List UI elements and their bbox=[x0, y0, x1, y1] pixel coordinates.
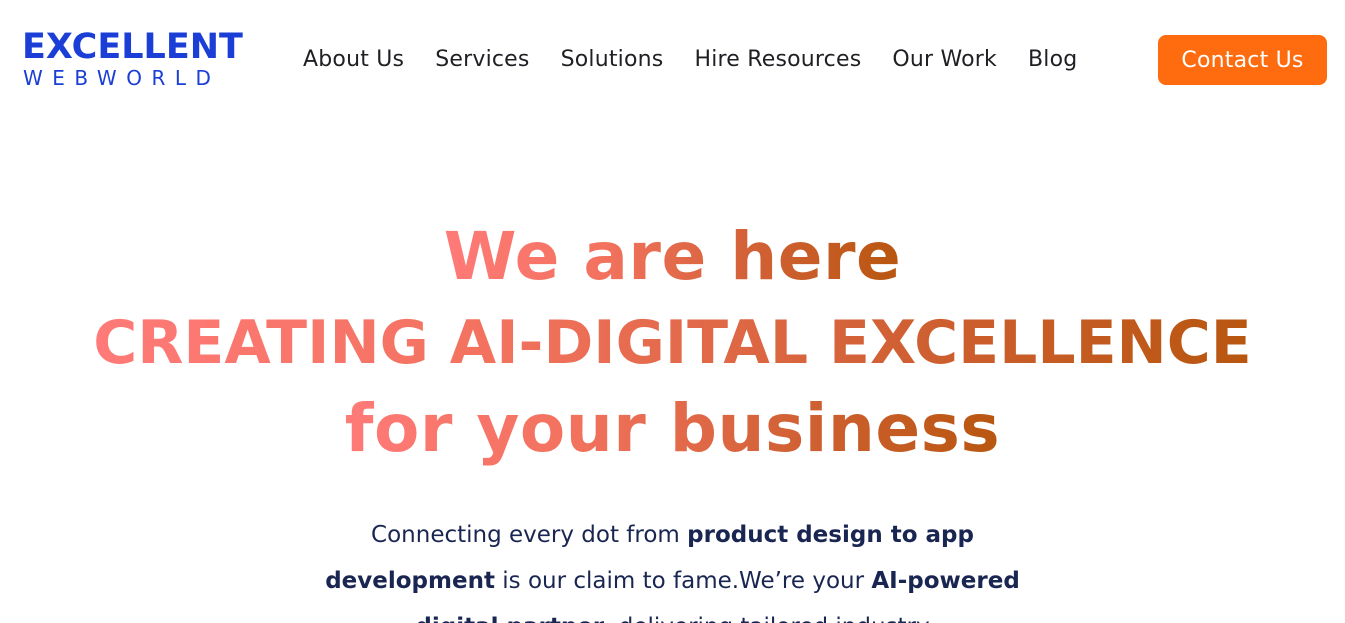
contact-us-button[interactable]: Contact Us bbox=[1158, 35, 1327, 85]
hero-heading-line-2: CREATING AI-DIGITAL EXCELLENCE bbox=[93, 300, 1252, 386]
hero-intro-text: Connecting every dot from product design… bbox=[320, 512, 1025, 623]
site-header: EXCELLENT WEBWORLD About Us Services Sol… bbox=[0, 0, 1345, 120]
hero-heading: We are here CREATING AI-DIGITAL EXCELLEN… bbox=[0, 214, 1345, 472]
brand-logo[interactable]: EXCELLENT WEBWORLD bbox=[22, 28, 262, 94]
logo-wordmark-top: EXCELLENT bbox=[22, 27, 243, 67]
intro-text-part-1: Connecting every dot from bbox=[371, 522, 688, 548]
page: EXCELLENT WEBWORLD About Us Services Sol… bbox=[0, 0, 1345, 623]
main-nav: About Us Services Solutions Hire Resourc… bbox=[303, 40, 1077, 78]
hero-section: We are here CREATING AI-DIGITAL EXCELLEN… bbox=[0, 214, 1345, 472]
hero-heading-line-3: for your business bbox=[345, 386, 1000, 472]
nav-item-hire-resources[interactable]: Hire Resources bbox=[694, 47, 861, 72]
intro-text-part-2: is our claim to fame.We’re your bbox=[494, 568, 872, 594]
nav-item-solutions[interactable]: Solutions bbox=[561, 47, 664, 72]
nav-item-our-work[interactable]: Our Work bbox=[892, 47, 997, 72]
hero-heading-line-1: We are here bbox=[444, 214, 902, 300]
nav-item-about-us[interactable]: About Us bbox=[303, 47, 404, 72]
logo-wordmark-bottom: WEBWORLD bbox=[23, 66, 221, 90]
nav-item-services[interactable]: Services bbox=[435, 47, 529, 72]
intro-text-part-3: , delivering tailored industry bbox=[604, 614, 929, 623]
nav-item-blog[interactable]: Blog bbox=[1028, 47, 1077, 72]
